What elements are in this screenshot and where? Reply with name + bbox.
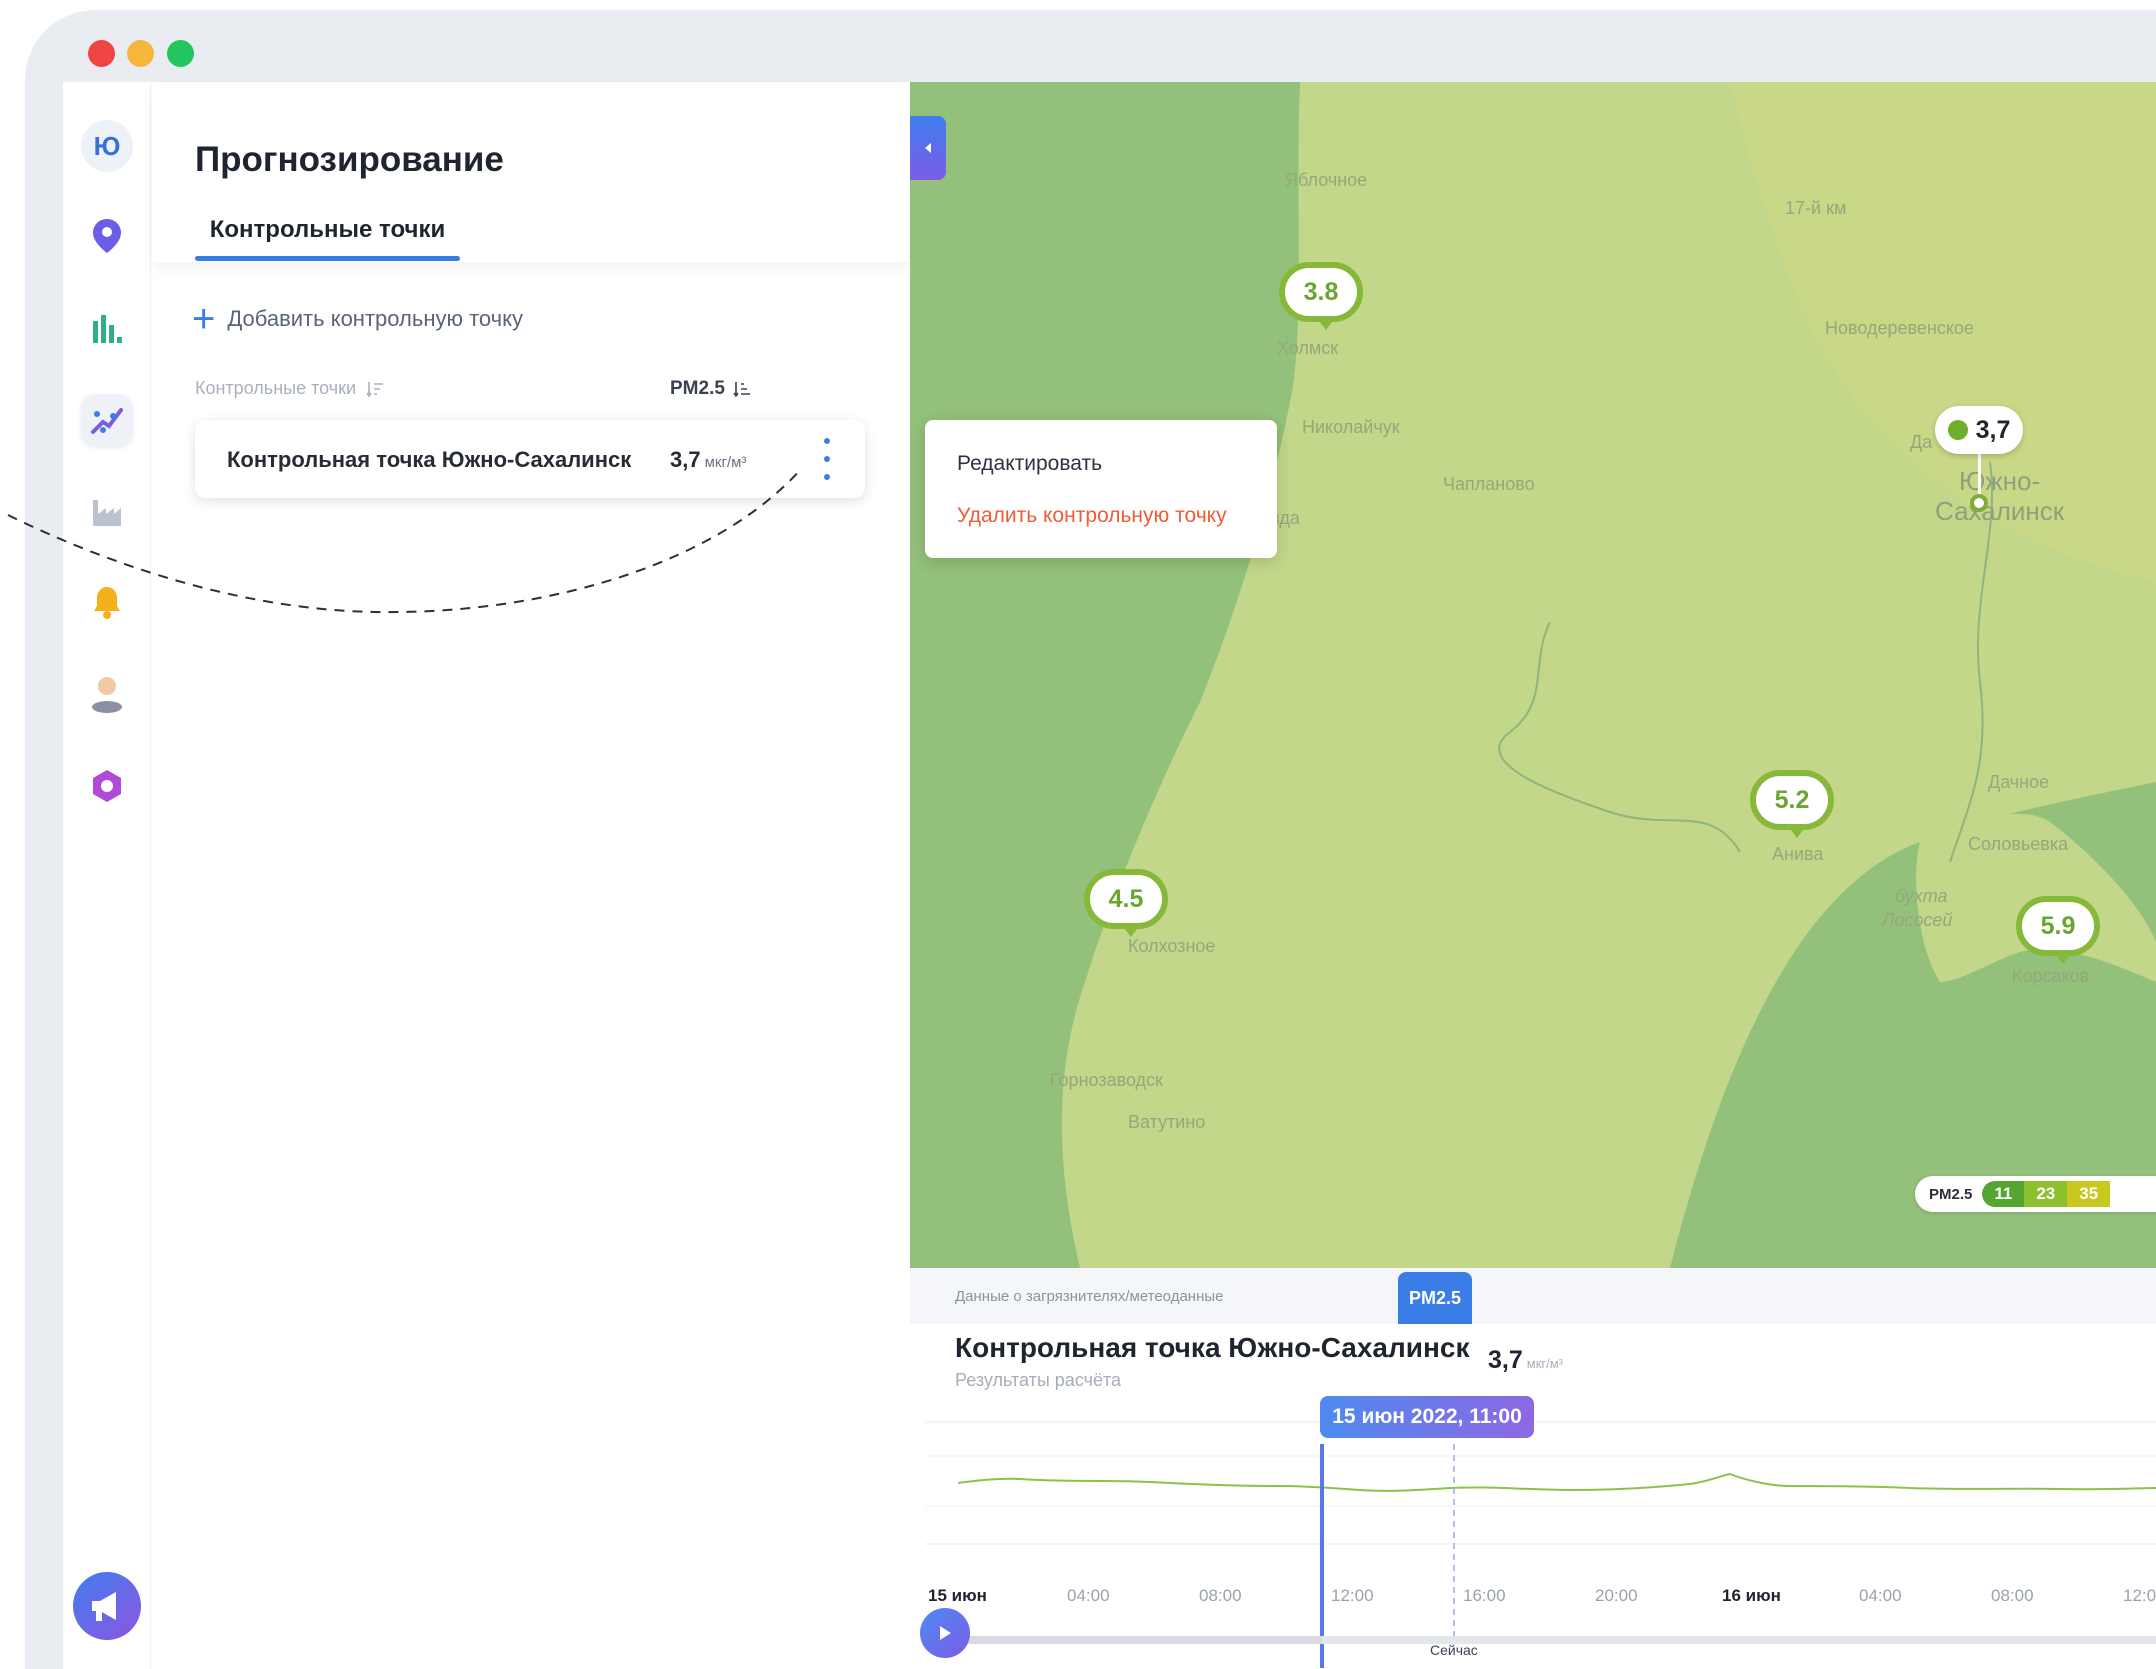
selected-control-point-pin[interactable]: 3,7	[1935, 406, 2023, 454]
forecast-panel: Прогнозирование Контрольные точки + Доба…	[152, 82, 910, 1669]
legend-step: 11	[1982, 1181, 2025, 1207]
megaphone-icon[interactable]	[73, 1572, 141, 1640]
timeline-title: Контрольная точка Южно-Сахалинск	[955, 1332, 1470, 1363]
map-label-17km: 17-й км	[1785, 198, 1847, 218]
tick-label: 08:00	[1199, 1586, 1242, 1605]
data-tab-pollutants[interactable]: Данные о загрязнителях/метеоданные	[955, 1288, 1223, 1305]
tick-label: 04:00	[1067, 1586, 1110, 1605]
map-label-dachnoe: Дачное	[1988, 772, 2050, 792]
control-point-value-number: 3,7	[670, 447, 701, 472]
panel-header: Прогнозирование Контрольные точки	[152, 82, 910, 262]
city-line-2: Сахалинск	[1935, 496, 2065, 526]
plus-icon: +	[192, 297, 216, 341]
map-label-chaplanovo: Чапланово	[1443, 474, 1535, 494]
map-view[interactable]: Яблочное Холмск Николайчук Чапланово вда…	[910, 82, 2156, 1268]
bar-chart-icon[interactable]	[81, 302, 133, 354]
tick-label: 15 июн	[928, 1586, 987, 1605]
page-title: Прогнозирование	[195, 140, 504, 179]
pm-marker[interactable]: 3.8	[1279, 262, 1363, 330]
settings-hex-icon[interactable]	[81, 760, 133, 812]
window-maximize-button[interactable]	[167, 40, 194, 67]
user-icon[interactable]	[81, 668, 133, 720]
add-control-point-button[interactable]: + Добавить контрольную точку	[192, 297, 523, 341]
now-label: Сейчас	[1430, 1642, 1478, 1658]
play-icon	[940, 1626, 951, 1640]
column-header-value[interactable]: PM2.5	[670, 378, 751, 400]
window-close-button[interactable]	[88, 40, 115, 67]
timeline-subtitle: Результаты расчёта	[955, 1370, 1122, 1390]
selected-pin-base	[1970, 494, 1988, 512]
factory-icon[interactable]	[81, 486, 133, 538]
map-label-vatutino: Ватутино	[1128, 1112, 1206, 1132]
window-minimize-button[interactable]	[127, 40, 154, 67]
icon-rail: Ю	[63, 82, 151, 1669]
city-line-1: Южно-	[1958, 466, 2041, 496]
menu-item-delete[interactable]: Удалить контрольную точку	[957, 504, 1227, 528]
column-name-label: Контрольные точки	[195, 378, 357, 398]
tick-label: 12:00	[1331, 1586, 1374, 1605]
sort-icon	[366, 381, 384, 397]
pm-legend: PM2.5 11 23 35	[1915, 1176, 2156, 1212]
sort-desc-icon	[733, 382, 750, 397]
selected-pin-value: 3,7	[1975, 415, 2011, 444]
pm-marker[interactable]: 4.5	[1084, 869, 1168, 937]
map-label-gornozavodsk: Горнозаводск	[1050, 1070, 1163, 1090]
tab-control-points[interactable]: Контрольные точки	[195, 216, 460, 244]
tick-label: 08:00	[1991, 1586, 2034, 1605]
tab-underline	[195, 256, 460, 261]
play-button[interactable]	[920, 1608, 970, 1658]
control-point-row[interactable]: Контрольная точка Южно-Сахалинск 3,7 мкг/…	[195, 420, 865, 498]
tick-label: 04:00	[1859, 1586, 1902, 1605]
map-label-kolkhoznoe: Колхозное	[1128, 936, 1216, 956]
column-header-name[interactable]: Контрольные точки	[195, 378, 384, 399]
map-label-solovyovka: Соловьевка	[1968, 834, 2069, 854]
legend-label: PM2.5	[1929, 1185, 1973, 1203]
timeline-value-unit: мкг/м³	[1526, 1356, 1564, 1371]
control-point-value: 3,7 мкг/м³	[670, 447, 746, 473]
timeline-value: 3,7 мкг/м³	[1488, 1346, 1563, 1375]
map-label-lososey: Лососей	[1882, 910, 1953, 930]
column-value-label: PM2.5	[670, 378, 725, 399]
legend-step: 35	[2067, 1181, 2111, 1207]
pm-marker[interactable]: 5.2	[1750, 770, 1834, 838]
add-control-point-label: Добавить контрольную точку	[227, 306, 523, 331]
more-options-icon[interactable]	[819, 438, 835, 480]
map-label-bukhta: бухта	[1895, 886, 1948, 906]
timeline-value-number: 3,7	[1488, 1346, 1523, 1374]
map-label-nikolaychuk: Николайчук	[1302, 417, 1400, 437]
tick-label: 16:00	[1463, 1586, 1506, 1605]
map-label-yuzhno-sakhalinsk: Южно- Сахалинск	[1935, 466, 2064, 526]
status-dot-icon	[1947, 420, 1968, 440]
collapse-panel-button[interactable]	[910, 116, 946, 180]
map-label-yablochnoe: Яблочное	[1285, 170, 1368, 190]
forecast-icon[interactable]	[81, 394, 133, 446]
map-label-da: Да	[1910, 432, 1933, 452]
pm-marker[interactable]: 5.9	[2016, 896, 2100, 964]
tick-label: 16 июн	[1722, 1586, 1781, 1605]
location-pin-icon[interactable]	[81, 210, 133, 262]
map-label-aniva: Анива	[1772, 844, 1824, 864]
bell-icon[interactable]	[81, 576, 133, 628]
map-label-kholmsk: Холмск	[1277, 338, 1339, 358]
tick-label: 12:0	[2123, 1586, 2156, 1605]
tick-label: 20:00	[1595, 1586, 1638, 1605]
map-label-novoderevenskoe: Новодеревенское	[1825, 318, 1974, 338]
user-avatar[interactable]: Ю	[81, 120, 133, 172]
chevron-left-icon	[925, 143, 931, 153]
user-initial: Ю	[93, 130, 121, 161]
point-context-menu: Редактировать Удалить контрольную точку	[925, 420, 1277, 558]
timeline-panel: Данные о загрязнителях/метеоданные PM2.5…	[910, 1268, 2156, 1669]
legend-step: 23	[2024, 1181, 2068, 1207]
data-tabs-bar: Данные о загрязнителях/метеоданные PM2.5	[910, 1268, 2156, 1324]
control-point-unit: мкг/м³	[704, 454, 747, 471]
map-label-korsakov: Корсаков	[2012, 966, 2090, 986]
menu-item-edit[interactable]: Редактировать	[957, 452, 1102, 476]
control-point-name: Контрольная точка Южно-Сахалинск	[227, 447, 632, 472]
timeline-tooltip: 15 июн 2022, 11:00	[1320, 1396, 1534, 1438]
timeline-chart[interactable]	[910, 1398, 2156, 1668]
tab-pm25[interactable]: PM2.5	[1398, 1272, 1472, 1324]
